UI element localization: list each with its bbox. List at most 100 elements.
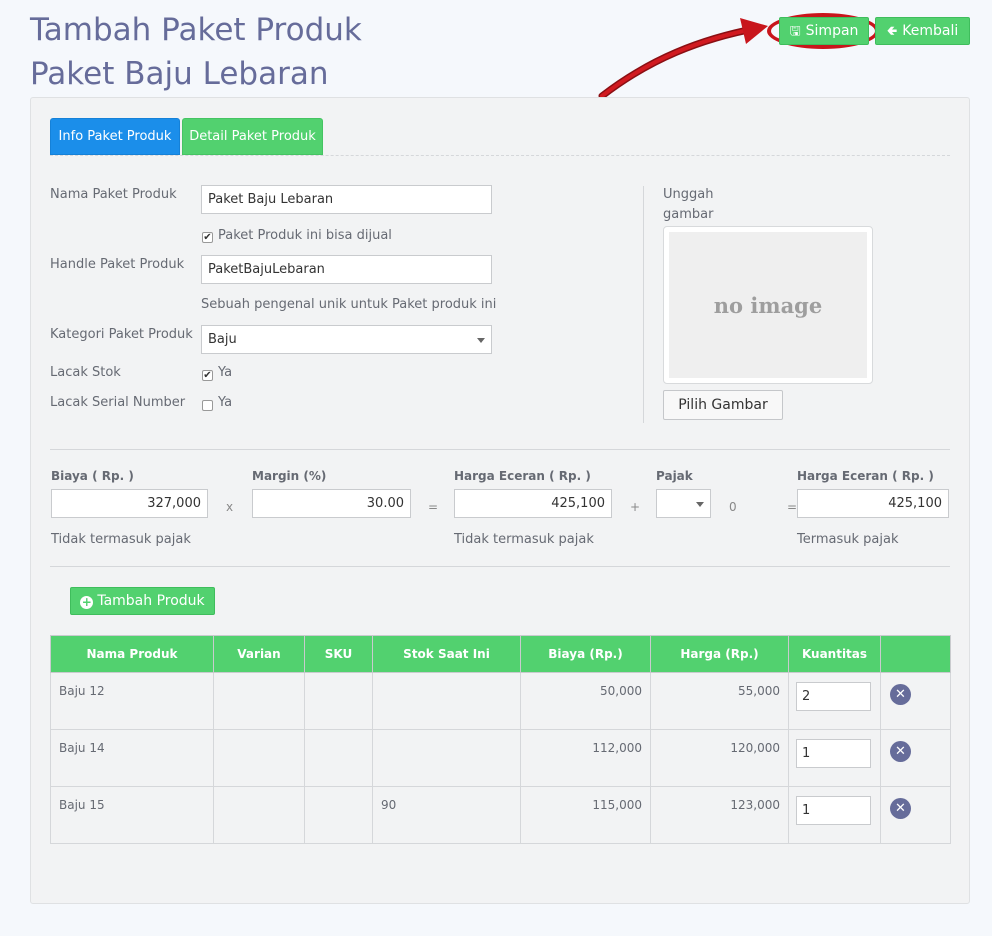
product-price: 123,000 [650,786,789,844]
upload-label-2: gambar [663,207,714,222]
margin-label: Margin (%) [252,469,327,483]
table-header-row: Nama Produk Varian SKU Stok Saat Ini Bia… [50,635,951,673]
operator-plus: + [630,500,641,514]
table-row: Baju 14 112,000 120,000 1 ✕ [50,729,951,787]
quantity-input[interactable]: 1 [796,739,871,768]
remove-icon[interactable]: ✕ [890,741,911,762]
annotation-arrow [598,18,768,100]
quantity-input[interactable]: 2 [796,682,871,711]
product-sku [304,672,373,730]
retail-price-note: Tidak termasuk pajak [454,532,594,547]
column-header[interactable]: Harga (Rp.) [650,635,789,673]
column-header[interactable]: Varian [213,635,305,673]
products-table: Nama Produk Varian SKU Stok Saat Ini Bia… [50,635,951,844]
track-serial-label: Lacak Serial Number [50,395,186,410]
add-product-button[interactable]: + Tambah Produk [70,587,215,615]
quantity-input[interactable]: 1 [796,796,871,825]
sellable-checkbox[interactable]: ✔ [202,232,213,243]
operator-multiply: x [226,500,234,514]
remove-icon[interactable]: ✕ [890,684,911,705]
choose-image-button[interactable]: Pilih Gambar [663,390,783,420]
form-panel: Info Paket Produk Detail Paket Produk Na… [30,97,970,904]
tab-info-paket-produk[interactable]: Info Paket Produk [50,118,180,155]
sellable-label: Paket Produk ini bisa dijual [218,228,392,243]
track-stock-option: Ya [218,365,233,380]
page-title-line-2: Paket Baju Lebaran [30,56,329,92]
handle-label: Handle Paket Produk [50,257,185,272]
track-serial-checkbox[interactable] [202,400,213,411]
tax-label: Pajak [656,469,693,483]
tab-detail-paket-produk[interactable]: Detail Paket Produk [182,118,323,155]
remove-icon[interactable]: ✕ [890,798,911,819]
product-variant [213,786,305,844]
tab-bar: Info Paket Produk Detail Paket Produk [50,118,950,156]
table-row: Baju 12 50,000 55,000 2 ✕ [50,672,951,730]
remove-cell: ✕ [880,672,951,730]
product-qty-cell: 1 [788,729,881,787]
cost-label: Biaya ( Rp. ) [51,469,134,483]
no-image-placeholder: no image [669,232,867,378]
retail-price-input[interactable]: 425,100 [454,489,612,518]
operator-equals: = [787,500,798,514]
handle-input[interactable]: PaketBajuLebaran [201,255,492,284]
divider [643,186,644,423]
column-header[interactable]: Nama Produk [50,635,214,673]
handle-help: Sebuah pengenal unik untuk Paket produk … [201,297,497,312]
page-title-line-1: Tambah Paket Produk [30,12,362,48]
tax-amount: 0 [729,500,737,514]
arrow-left-icon: 🢀 [886,24,898,39]
product-cost: 115,000 [520,786,651,844]
category-label: Kategori Paket Produk [50,327,193,342]
product-qty-cell: 1 [788,786,881,844]
column-header[interactable]: Kuantitas [788,635,881,673]
save-button[interactable]: 🖫 Simpan [779,17,869,45]
chevron-down-icon [696,502,704,507]
product-price: 55,000 [650,672,789,730]
back-button[interactable]: 🢀 Kembali [875,17,970,45]
category-value: Baju [208,332,237,347]
name-input[interactable]: Paket Baju Lebaran [201,185,492,214]
page-title: Tambah Paket Produk Paket Baju Lebaran [30,8,362,96]
remove-cell: ✕ [880,729,951,787]
track-stock-label: Lacak Stok [50,365,121,380]
divider [50,566,950,567]
product-cost: 112,000 [520,729,651,787]
product-sku [304,786,373,844]
table-row: Baju 15 90 115,000 123,000 1 ✕ [50,786,951,844]
retail-price-tax-note: Termasuk pajak [797,532,899,547]
name-label: Nama Paket Produk [50,187,177,202]
plus-circle-icon: + [80,595,94,609]
product-sku [304,729,373,787]
product-qty-cell: 2 [788,672,881,730]
upload-label-1: Unggah [663,187,714,202]
product-variant [213,729,305,787]
product-cost: 50,000 [520,672,651,730]
product-price: 120,000 [650,729,789,787]
track-stock-checkbox[interactable]: ✔ [202,370,213,381]
chevron-down-icon [477,338,485,343]
product-name: Baju 15 [50,786,214,844]
column-header[interactable]: SKU [304,635,373,673]
product-stock [372,672,521,730]
track-serial-option: Ya [218,395,233,410]
product-stock: 90 [372,786,521,844]
product-stock [372,729,521,787]
margin-input[interactable]: 30.00 [252,489,411,518]
column-header[interactable]: Stok Saat Ini [372,635,521,673]
operator-equals: = [428,500,439,514]
add-product-label: Tambah Produk [97,593,205,609]
floppy-disk-icon: 🖫 [789,24,801,39]
image-preview: no image [663,226,873,384]
divider [50,449,950,450]
back-label: Kembali [902,23,959,39]
retail-price-tax-input[interactable]: 425,100 [797,489,949,518]
remove-cell: ✕ [880,786,951,844]
category-select[interactable]: Baju [201,325,492,354]
column-header[interactable]: Biaya (Rp.) [520,635,651,673]
column-header [880,635,951,673]
save-label: Simpan [805,23,859,39]
product-name: Baju 14 [50,729,214,787]
retail-price-label: Harga Eceran ( Rp. ) [454,469,591,483]
product-variant [213,672,305,730]
cost-input[interactable]: 327,000 [51,489,208,518]
